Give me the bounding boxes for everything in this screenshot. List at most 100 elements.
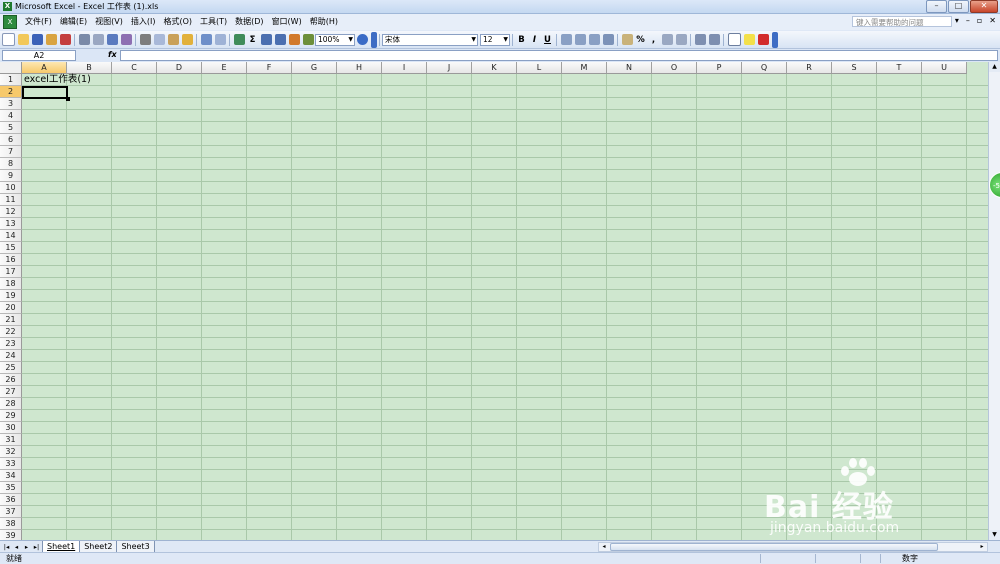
- active-cell-outline[interactable]: [22, 86, 68, 99]
- last-sheet-icon[interactable]: ▸|: [32, 542, 41, 552]
- email-icon[interactable]: [59, 34, 71, 45]
- row-header-19[interactable]: 19: [0, 290, 22, 302]
- copy-icon[interactable]: [153, 34, 165, 45]
- hyperlink-icon[interactable]: [233, 34, 245, 45]
- scroll-up-icon[interactable]: ▲: [989, 62, 1000, 72]
- column-header-i[interactable]: I: [382, 62, 427, 74]
- row-header-6[interactable]: 6: [0, 134, 22, 146]
- toolbar-options-handle[interactable]: [371, 31, 377, 48]
- row-header-26[interactable]: 26: [0, 374, 22, 386]
- column-header-b[interactable]: B: [67, 62, 112, 74]
- comma-button[interactable]: ,: [648, 35, 659, 45]
- row-header-5[interactable]: 5: [0, 122, 22, 134]
- menu-edit[interactable]: 编辑(E): [56, 14, 91, 30]
- row-header-3[interactable]: 3: [0, 98, 22, 110]
- new-icon[interactable]: [1, 33, 15, 46]
- help-dropdown-icon[interactable]: ▾: [955, 16, 959, 25]
- format-painter-icon[interactable]: [181, 34, 193, 45]
- menu-view[interactable]: 视图(V): [91, 14, 127, 30]
- menu-window[interactable]: 窗口(W): [268, 14, 306, 30]
- column-header-q[interactable]: Q: [742, 62, 787, 74]
- row-header-34[interactable]: 34: [0, 470, 22, 482]
- close-button[interactable]: ✕: [970, 0, 998, 13]
- increase-decimal-icon[interactable]: [661, 34, 673, 45]
- row-header-30[interactable]: 30: [0, 422, 22, 434]
- column-header-r[interactable]: R: [787, 62, 832, 74]
- row-header-7[interactable]: 7: [0, 146, 22, 158]
- row-header-17[interactable]: 17: [0, 266, 22, 278]
- column-header-t[interactable]: T: [877, 62, 922, 74]
- column-header-a[interactable]: A: [22, 62, 67, 74]
- scroll-right-icon[interactable]: ▸: [977, 543, 987, 551]
- row-header-22[interactable]: 22: [0, 326, 22, 338]
- worksheet-grid[interactable]: A B C D E F G H I J K L M N O P Q R S T U 1 2 3 4 5 6 7 8 9 10 11 12 13 14…: [0, 62, 988, 540]
- cell-a1[interactable]: excel工作表(1): [24, 74, 91, 86]
- align-center-icon[interactable]: [574, 34, 586, 45]
- next-sheet-icon[interactable]: ▸: [22, 542, 31, 552]
- formula-input[interactable]: [120, 50, 998, 61]
- workbook-restore-button[interactable]: ▫: [977, 16, 982, 25]
- row-header-39[interactable]: 39: [0, 530, 22, 540]
- font-size-select[interactable]: 12 ▼: [480, 33, 510, 46]
- menu-file[interactable]: 文件(F): [21, 14, 56, 30]
- autosum-button[interactable]: Σ: [247, 35, 258, 45]
- column-header-f[interactable]: F: [247, 62, 292, 74]
- select-all-corner[interactable]: [0, 62, 22, 74]
- toolbar-options-handle[interactable]: [772, 31, 778, 48]
- previous-sheet-icon[interactable]: ◂: [12, 542, 21, 552]
- row-header-11[interactable]: 11: [0, 194, 22, 206]
- row-header-2[interactable]: 2: [0, 86, 22, 98]
- font-color-icon[interactable]: [757, 34, 769, 45]
- menu-data[interactable]: 数据(D): [231, 14, 267, 30]
- research-icon[interactable]: [120, 34, 132, 45]
- row-header-9[interactable]: 9: [0, 170, 22, 182]
- increase-indent-icon[interactable]: [708, 34, 720, 45]
- vertical-scrollbar[interactable]: ▲ ▼: [988, 62, 1000, 540]
- drawing-icon[interactable]: [302, 34, 314, 45]
- column-header-j[interactable]: J: [427, 62, 472, 74]
- row-header-38[interactable]: 38: [0, 518, 22, 530]
- underline-button[interactable]: U: [542, 35, 553, 45]
- column-header-p[interactable]: P: [697, 62, 742, 74]
- row-header-16[interactable]: 16: [0, 254, 22, 266]
- row-header-28[interactable]: 28: [0, 398, 22, 410]
- minimize-button[interactable]: –: [926, 0, 947, 13]
- row-header-36[interactable]: 36: [0, 494, 22, 506]
- row-header-27[interactable]: 27: [0, 386, 22, 398]
- chart-wizard-icon[interactable]: [288, 34, 300, 45]
- help-search-input[interactable]: 键入需要帮助的问题: [852, 16, 952, 27]
- zoom-select[interactable]: 100% ▼: [315, 33, 355, 46]
- cut-icon[interactable]: [139, 34, 151, 45]
- fill-color-icon[interactable]: [743, 34, 755, 45]
- italic-button[interactable]: I: [529, 35, 540, 45]
- menu-tools[interactable]: 工具(T): [196, 14, 231, 30]
- align-left-icon[interactable]: [560, 34, 572, 45]
- horizontal-scroll-thumb[interactable]: [610, 543, 938, 551]
- row-header-23[interactable]: 23: [0, 338, 22, 350]
- fill-handle[interactable]: [66, 97, 70, 101]
- merge-center-icon[interactable]: [602, 34, 614, 45]
- decrease-indent-icon[interactable]: [694, 34, 706, 45]
- column-header-e[interactable]: E: [202, 62, 247, 74]
- name-box[interactable]: A2: [2, 50, 76, 61]
- column-header-o[interactable]: O: [652, 62, 697, 74]
- menu-format[interactable]: 格式(O): [159, 14, 196, 30]
- help-icon[interactable]: [356, 34, 368, 45]
- bold-button[interactable]: B: [516, 35, 527, 45]
- row-header-14[interactable]: 14: [0, 230, 22, 242]
- spelling-icon[interactable]: [106, 34, 118, 45]
- open-icon[interactable]: [17, 34, 29, 45]
- align-right-icon[interactable]: [588, 34, 600, 45]
- row-header-21[interactable]: 21: [0, 314, 22, 326]
- redo-icon[interactable]: [214, 34, 226, 45]
- paste-icon[interactable]: [167, 34, 179, 45]
- percent-button[interactable]: %: [635, 35, 646, 45]
- scroll-left-icon[interactable]: ◂: [599, 543, 609, 551]
- row-header-24[interactable]: 24: [0, 350, 22, 362]
- scroll-down-icon[interactable]: ▼: [989, 530, 1000, 540]
- column-header-d[interactable]: D: [157, 62, 202, 74]
- undo-icon[interactable]: [200, 34, 212, 45]
- column-header-l[interactable]: L: [517, 62, 562, 74]
- sort-ascending-icon[interactable]: [260, 34, 272, 45]
- insert-function-icon[interactable]: fx: [108, 50, 117, 59]
